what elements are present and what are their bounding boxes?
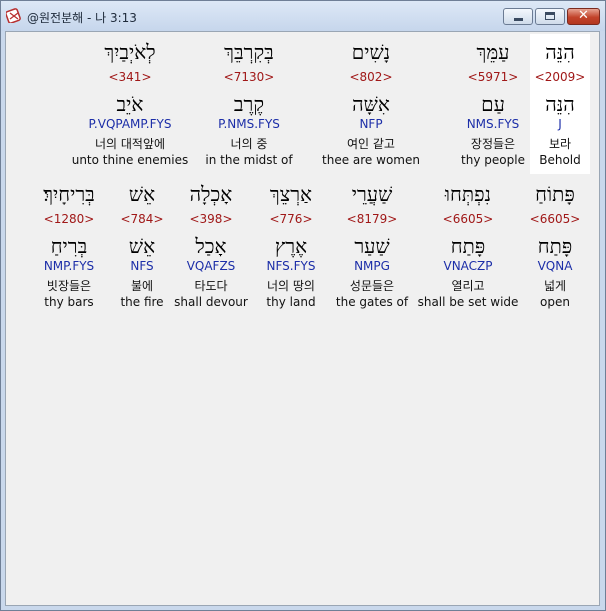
word-cell[interactable]: נָשִׁים <802> אִשָּׁה NFP 여인 같고 thee are… — [316, 34, 426, 174]
hebrew-lemma: קֶרֶב — [233, 92, 265, 116]
strong-number: <776> — [269, 212, 313, 226]
word-cell[interactable]: פָּתוֹחַ <6605> פָּתַח VQNA 넓게 open — [524, 176, 586, 316]
close-icon: ✕ — [578, 8, 589, 23]
word-cell[interactable]: בְּרִיחָיִךְ׃ <1280> בְּרִיחַ NMP.FYS 빗장… — [26, 176, 112, 316]
english-gloss: shall devour — [174, 295, 248, 309]
morphology-code: NFP — [359, 117, 383, 131]
morphology-code: NMP.FYS — [43, 259, 95, 273]
strong-number: <7130> — [223, 70, 275, 84]
english-gloss: the gates of — [335, 295, 409, 309]
korean-gloss: 타도다 — [194, 279, 228, 293]
hebrew-word: לְאֹיְבַיִךְ — [104, 40, 156, 64]
morphology-code: VQAFZS — [186, 259, 236, 273]
word-cell[interactable]: לְאֹיְבַיִךְ <341> אֹיֵב P.VQPAMP.FYS 너의… — [70, 34, 190, 174]
strong-number: <802> — [349, 70, 393, 84]
hebrew-word: אַרְצֵךְ — [269, 182, 313, 206]
hebrew-word: פָּתוֹחַ — [535, 182, 575, 206]
hebrew-word: בְּרִיחָיִךְ׃ — [43, 182, 95, 206]
strong-number: <2009> — [534, 70, 586, 84]
morphology-code: VNACZP — [443, 259, 493, 273]
minimize-icon — [514, 18, 523, 21]
hebrew-word: אָכְלָה — [189, 182, 233, 206]
strong-number: <6605> — [442, 212, 494, 226]
maximize-icon — [545, 12, 555, 20]
hebrew-word: אֵשׁ — [128, 182, 156, 206]
hebrew-lemma: עַם — [481, 92, 505, 116]
hebrew-lemma: אֵשׁ — [128, 234, 156, 258]
strong-number: <341> — [108, 70, 152, 84]
strong-number: <5971> — [467, 70, 519, 84]
hebrew-lemma: אִשָּׁה — [352, 92, 390, 116]
korean-gloss: 열리고 — [451, 279, 485, 293]
word-cell[interactable]: אָכְלָה <398> אָכַל VQAFZS 타도다 shall dev… — [172, 176, 250, 316]
english-gloss: the fire — [120, 295, 164, 309]
strong-number: <1280> — [43, 212, 95, 226]
hebrew-word: נִפְתְּחוּ — [444, 182, 492, 206]
hebrew-lemma: אֹיֵב — [116, 92, 144, 116]
word-cell[interactable]: נִפְתְּחוּ <6605> פָּתַח VNACZP 열리고 shal… — [416, 176, 520, 316]
korean-gloss: 너의 대적앞에 — [94, 137, 166, 151]
korean-gloss: 불에 — [130, 279, 154, 293]
word-cell[interactable]: עַמֵּךְ <5971> עַם NMS.FYS 장정들은 thy peop… — [456, 34, 530, 174]
window-title: @원전분해 - 나 3:13 — [27, 11, 137, 25]
korean-gloss: 넓게 — [543, 279, 567, 293]
english-gloss: thy bars — [44, 295, 94, 309]
hebrew-lemma: אֶרֶץ — [274, 234, 308, 258]
korean-gloss: 너의 중 — [230, 137, 268, 151]
korean-gloss: 여인 같고 — [347, 137, 395, 151]
korean-gloss: 성문들은 — [349, 279, 395, 293]
korean-gloss: 너의 땅의 — [267, 279, 315, 293]
english-gloss: Behold — [539, 153, 581, 167]
word-cell[interactable]: הִנֵּה <2009> הִנֵּה J 보라 Behold — [530, 34, 590, 174]
word-cell[interactable]: אֵשׁ <784> אֵשׁ NFS 불에 the fire — [116, 176, 168, 316]
english-gloss: in the midst of — [205, 153, 293, 167]
strong-number: <784> — [120, 212, 164, 226]
hebrew-word: בְּקִרְבֵּךְ — [224, 40, 274, 64]
english-gloss: shall be set wide — [417, 295, 519, 309]
hebrew-lemma: בְּרִיחַ — [50, 234, 88, 258]
interlinear-panel[interactable]: הִנֵּה <2009> הִנֵּה J 보라 Behold עַמֵּךְ… — [5, 31, 600, 606]
hebrew-word: שַׁעֲרֵי — [351, 182, 393, 206]
english-gloss: thee are women — [322, 153, 420, 167]
morphology-code: NFS — [130, 259, 154, 273]
morphology-code: NFS.FYS — [266, 259, 316, 273]
word-cell[interactable]: שַׁעֲרֵי <8179> שַׁעַר NMPG 성문들은 the gat… — [332, 176, 412, 316]
hebrew-word: הִנֵּה — [545, 40, 575, 64]
hebrew-word: עַמֵּךְ — [476, 40, 510, 64]
hebrew-lemma: שַׁעַר — [354, 234, 390, 258]
app-icon — [6, 8, 21, 23]
strong-number: <398> — [189, 212, 233, 226]
hebrew-lemma: פָּתַח — [450, 234, 486, 258]
strong-number: <6605> — [529, 212, 581, 226]
close-button[interactable]: ✕ — [567, 8, 600, 25]
korean-gloss: 빗장들은 — [46, 279, 92, 293]
english-gloss: open — [540, 295, 570, 309]
morphology-code: J — [558, 117, 562, 131]
morphology-code: VQNA — [537, 259, 573, 273]
english-gloss: thy land — [266, 295, 316, 309]
word-cell[interactable]: בְּקִרְבֵּךְ <7130> קֶרֶב P.NMS.FYS 너의 중… — [194, 34, 304, 174]
minimize-button[interactable] — [503, 8, 533, 25]
morphology-code: NMS.FYS — [466, 117, 520, 131]
korean-gloss: 보라 — [548, 137, 572, 151]
hebrew-word: נָשִׁים — [351, 40, 391, 64]
morphology-code: P.VQPAMP.FYS — [88, 117, 172, 131]
morphology-code: NMPG — [354, 259, 390, 273]
hebrew-lemma: אָכַל — [195, 234, 227, 258]
hebrew-lemma: פָּתַח — [537, 234, 573, 258]
word-cell[interactable]: אַרְצֵךְ <776> אֶרֶץ NFS.FYS 너의 땅의 thy l… — [254, 176, 328, 316]
app-window: @원전분해 - 나 3:13 ✕ הִנֵּה <2009> הִנֵּה J … — [0, 0, 606, 611]
maximize-button[interactable] — [535, 8, 565, 25]
title-bar[interactable]: @원전분해 - 나 3:13 ✕ — [1, 1, 605, 31]
korean-gloss: 장정들은 — [470, 137, 516, 151]
hebrew-lemma: הִנֵּה — [545, 92, 575, 116]
morphology-code: P.NMS.FYS — [218, 117, 280, 131]
strong-number: <8179> — [346, 212, 398, 226]
english-gloss: unto thine enemies — [71, 153, 189, 167]
english-gloss: thy people — [461, 153, 525, 167]
